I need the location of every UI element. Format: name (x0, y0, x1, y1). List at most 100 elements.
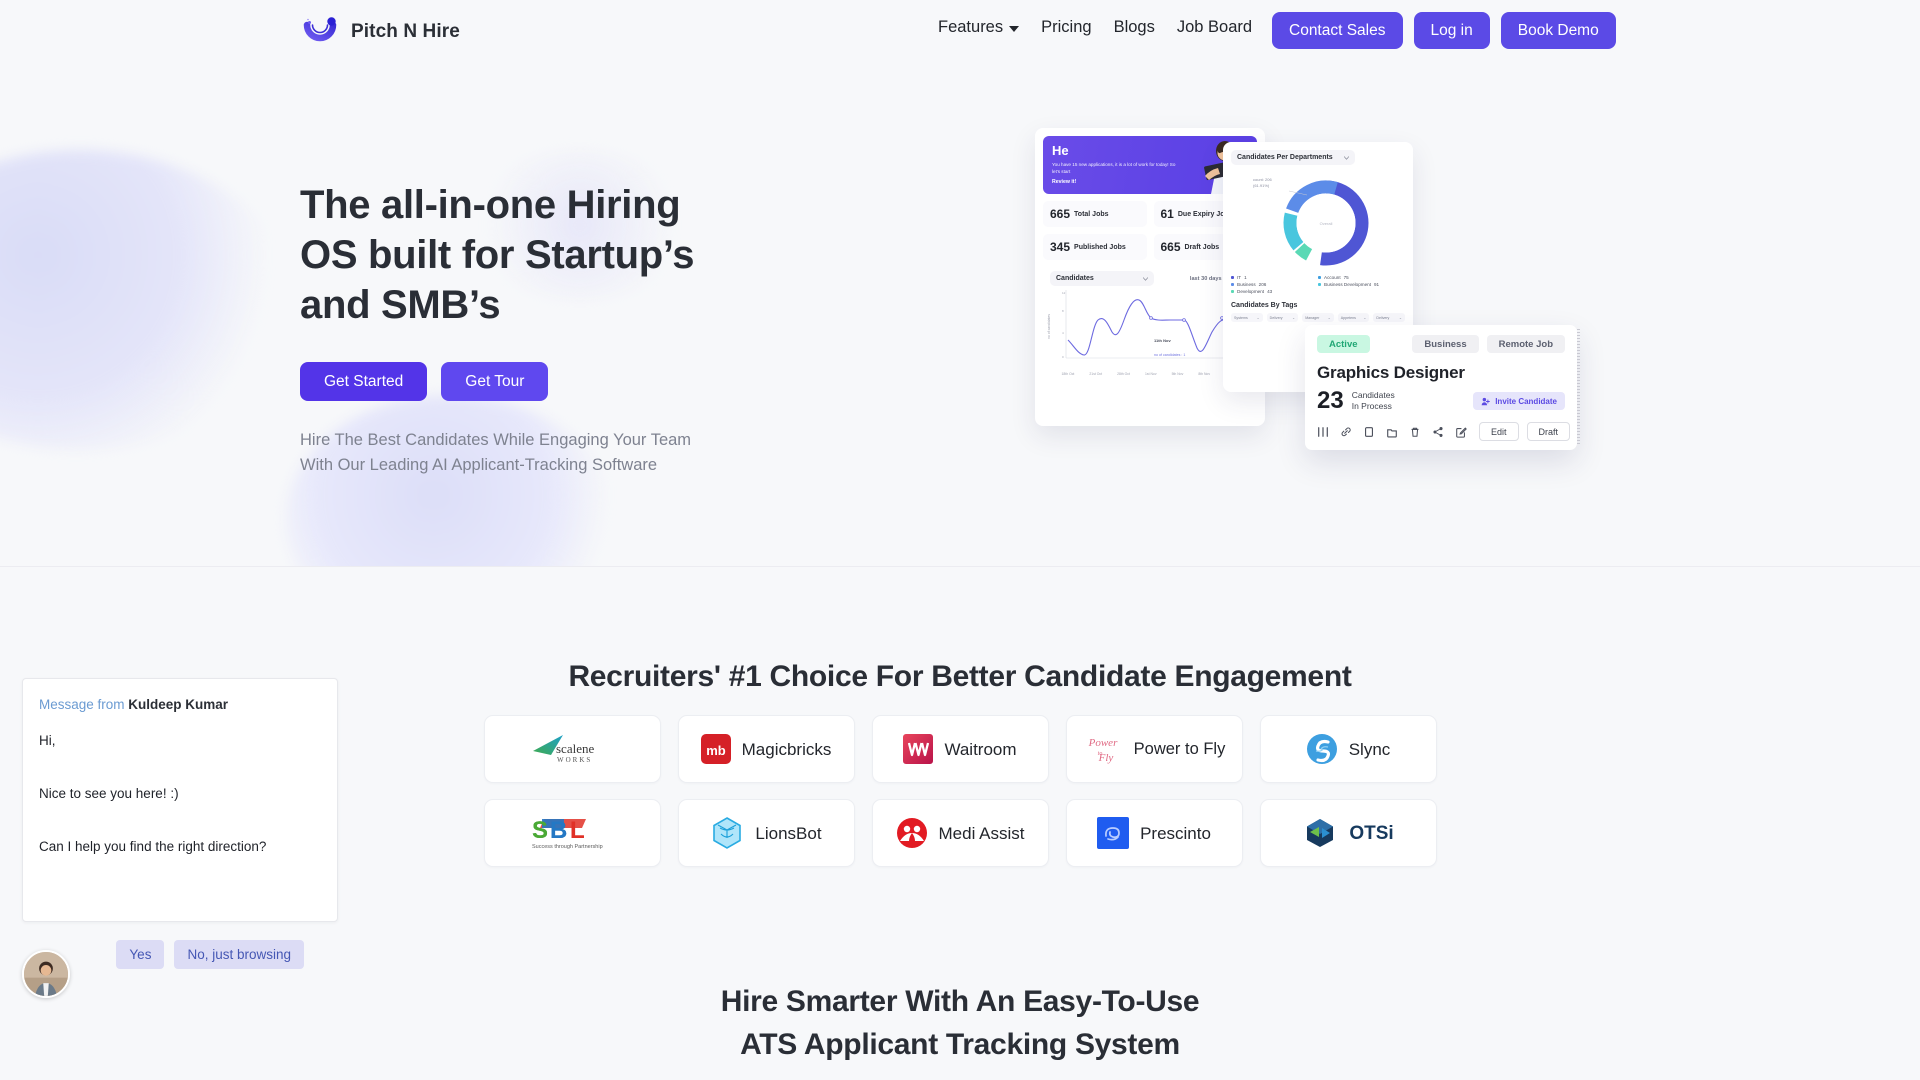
tag-chip[interactable]: Delivery ⌄ (1266, 313, 1299, 322)
job-card-actions: Edit Draft (1317, 422, 1571, 441)
user-plus-icon (1481, 397, 1491, 405)
logo-card-waitroom[interactable]: Waitroom (871, 715, 1049, 783)
stat-value: 345 (1050, 240, 1071, 254)
folder-icon[interactable] (1386, 426, 1398, 438)
tag-chip[interactable]: Systems ⌄ (1231, 313, 1263, 322)
background-blob-left (0, 150, 290, 450)
tag-chip-label: Delivery (1269, 315, 1283, 320)
stat-value: 665 (1050, 207, 1071, 221)
share-icon[interactable] (1432, 426, 1444, 438)
chevron-down-icon (1344, 155, 1349, 160)
legend-value: 75 (1343, 275, 1349, 280)
logo-card-prescinto[interactable]: Prescinto (1065, 799, 1243, 867)
svg-text:S: S (532, 817, 548, 844)
logo-card-sbl[interactable]: S B L S B L Success through Partnership (483, 799, 661, 867)
nav-item-job-board[interactable]: Job Board (1177, 18, 1252, 37)
chat-sender-name: Kuldeep Kumar (128, 697, 229, 712)
svg-text:WORKS: WORKS (557, 756, 592, 764)
edit-square-icon[interactable] (1455, 426, 1467, 438)
powertofly-logo-icon: Power to Fly (1087, 737, 1117, 764)
chevron-down-icon (1009, 26, 1020, 32)
get-started-button[interactable]: Get Started (300, 362, 428, 401)
svg-text:4: 4 (1062, 331, 1064, 335)
book-demo-button[interactable]: Book Demo (1500, 12, 1616, 49)
hero-cta-group: Get Started Get Tour (300, 362, 694, 401)
candidates-dropdown[interactable]: Candidates (1050, 271, 1154, 286)
logo-card-scaleneworks[interactable]: scalene WORKS (483, 715, 661, 783)
tag-chip-label: Manager (1305, 315, 1320, 320)
trash-icon[interactable] (1409, 426, 1421, 438)
svg-text:scalene: scalene (556, 741, 594, 756)
chat-avatar[interactable] (22, 950, 70, 998)
chat-line-1: Hi, (39, 733, 56, 748)
hero-heading: The all-in-one Hiring OS built for Start… (300, 180, 694, 330)
nav-item-blogs[interactable]: Blogs (1114, 18, 1155, 37)
login-button[interactable]: Log in (1413, 12, 1490, 49)
slync-logo-icon (1306, 734, 1337, 764)
logo-card-lionsbot[interactable]: LionsBot (677, 799, 855, 867)
legend-value: 91 (1373, 282, 1380, 287)
logo-card-powertofly[interactable]: Power to Fly Power to Fly (1065, 715, 1243, 783)
logo-card-slync[interactable]: Slync (1259, 715, 1437, 783)
legend-label: IT (1237, 275, 1242, 280)
hero-heading-line-3: and SMB’s (300, 283, 501, 327)
section-divider (0, 566, 1920, 567)
chat-reply-no[interactable]: No, just browsing (174, 940, 304, 969)
lionsbot-logo-icon (713, 817, 742, 849)
svg-text:12: 12 (1062, 291, 1066, 295)
chat-message-bubble: Message from Kuldeep Kumar Hi, Nice to s… (22, 678, 338, 922)
candidate-count-label: Candidates In Process (1352, 390, 1395, 412)
legend-item: Business 206 (1231, 282, 1318, 287)
draft-button[interactable]: Draft (1526, 422, 1571, 441)
link-icon[interactable] (1340, 426, 1352, 438)
tag-chip[interactable]: Manager ⌄ (1302, 313, 1334, 322)
nav-item-pricing[interactable]: Pricing (1041, 18, 1091, 37)
legend-label: Business Development (1324, 282, 1371, 287)
nav-item-features[interactable]: Features (938, 18, 1020, 37)
stat-total-jobs: 665 Total Jobs (1043, 201, 1147, 227)
chart-tooltip-note: 11th Nov no of candidates : 1 (1154, 338, 1185, 361)
columns-icon[interactable] (1317, 426, 1329, 438)
departments-legend: IT 1 Account 75 Business 206 Business De… (1231, 275, 1405, 296)
legend-value: 1 (1244, 275, 1247, 280)
svg-text:Fly: Fly (1097, 752, 1113, 764)
nav-label: Blogs (1113, 18, 1155, 36)
logo-card-otsi[interactable]: OTSi (1259, 799, 1437, 867)
departments-donut-chart: count: 206 (61.91%) Overall (1231, 169, 1405, 273)
candidates-tags-row: Systems ⌄ Delivery ⌄ Manager ⌄ Appetens ⌄ De… (1231, 313, 1405, 322)
legend-label: Business (1237, 282, 1256, 287)
brand-logo[interactable]: Pitch N Hire (300, 12, 460, 52)
tag-chip-label: Systems (1234, 315, 1248, 320)
xtick: 1st Nov (1145, 372, 1157, 376)
logo-card-mediassist[interactable]: Medi Assist (871, 799, 1049, 867)
chart-note-title: 11th Nov (1154, 338, 1171, 343)
invite-label: Invite Candidate (1495, 396, 1557, 406)
logo-card-magicbricks[interactable]: mb Magicbricks (677, 715, 855, 783)
copy-icon[interactable] (1363, 426, 1375, 438)
edit-button[interactable]: Edit (1479, 422, 1519, 441)
legend-color-swatch (1231, 276, 1234, 279)
invite-candidate-button[interactable]: Invite Candidate (1473, 392, 1565, 410)
tag-chip[interactable]: Appetens ⌄ (1337, 313, 1370, 322)
job-title: Graphics Designer (1317, 363, 1465, 382)
job-detail-card: Active Business Remote Job Graphics Desi… (1305, 325, 1580, 450)
tag-chip[interactable]: Delivery ⌄ (1373, 313, 1405, 322)
get-tour-button[interactable]: Get Tour (441, 362, 549, 401)
departments-dropdown[interactable]: Candidates Per Departments (1231, 150, 1355, 165)
legend-item: IT 1 (1231, 275, 1318, 280)
contact-sales-button[interactable]: Contact Sales (1272, 12, 1403, 49)
chat-reply-yes[interactable]: Yes (116, 940, 165, 969)
dashboard-mockup: He You have 15 new applications, it is a… (1035, 128, 1595, 478)
card-dotted-edge (1577, 329, 1580, 446)
candidate-count: 23 (1317, 387, 1344, 414)
legend-color-swatch (1318, 276, 1321, 279)
chat-widget: Message from Kuldeep Kumar Hi, Nice to s… (22, 678, 338, 998)
stat-value: 665 (1160, 240, 1181, 254)
stat-label: Draft Jobs (1184, 243, 1220, 251)
waitroom-logo-icon (903, 734, 934, 764)
xtick: 18th Oct (1061, 372, 1075, 376)
job-icon-toolbar (1317, 426, 1467, 438)
otsi-cube-icon (1307, 819, 1334, 847)
header-actions: Contact Sales Log in Book Demo (1272, 12, 1616, 49)
status-badge: Active (1317, 335, 1370, 353)
